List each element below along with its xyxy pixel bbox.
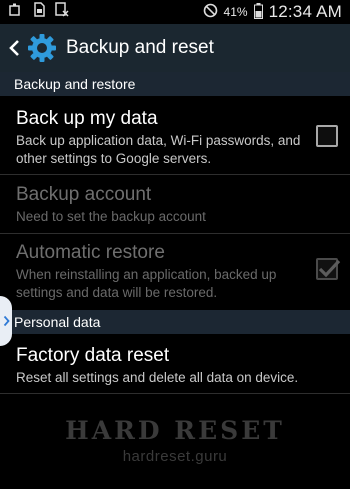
automatic-restore-title: Automatic restore	[16, 242, 165, 263]
divider	[0, 393, 350, 394]
back-chevron-icon[interactable]	[8, 37, 22, 59]
watermark-logo: HARD RESET	[65, 416, 285, 445]
battery-percent: 41%	[223, 5, 248, 19]
back-up-my-data-row[interactable]: Back up my data Back up application data…	[0, 108, 350, 168]
automatic-restore-row[interactable]: Automatic restore When reinstalling an a…	[0, 242, 350, 302]
settings-gear-icon[interactable]	[26, 32, 58, 64]
checkmark-icon	[318, 259, 341, 278]
sim-icon	[33, 2, 45, 22]
watermark-url: hardreset.guru	[122, 448, 228, 465]
back-up-my-data-summary: Back up application data, Wi-Fi password…	[16, 133, 301, 166]
backup-account-summary: Need to set the backup account	[16, 209, 206, 224]
automatic-restore-summary: When reinstalling an application, backed…	[16, 267, 277, 300]
action-bar: Backup and reset	[0, 24, 350, 72]
factory-data-reset-row[interactable]: Factory data reset Reset all settings an…	[0, 345, 350, 387]
status-bar: 41% 12:34 AM	[0, 0, 350, 24]
backup-account-row[interactable]: Backup account Need to set the backup ac…	[0, 184, 350, 226]
backup-account-title: Backup account	[16, 184, 152, 205]
usb-icon	[9, 3, 23, 22]
download-icon	[55, 2, 69, 22]
back-up-my-data-title: Back up my data	[16, 108, 158, 129]
divider	[0, 233, 350, 234]
factory-data-reset-title: Factory data reset	[16, 345, 170, 366]
edge-panel-handle[interactable]	[0, 296, 12, 346]
back-up-my-data-checkbox[interactable]	[316, 125, 338, 147]
section-header-personal-data: Personal data	[0, 310, 350, 334]
chevron-right-icon	[3, 315, 10, 327]
divider	[0, 174, 350, 175]
clock: 12:34 AM	[268, 2, 342, 21]
page-title: Backup and reset	[66, 37, 214, 58]
battery-icon	[253, 2, 263, 22]
no-signal-icon	[203, 3, 218, 21]
section-header-backup-restore: Backup and restore	[0, 72, 350, 96]
factory-data-reset-summary: Reset all settings and delete all data o…	[16, 370, 299, 385]
automatic-restore-checkbox[interactable]	[316, 258, 341, 280]
